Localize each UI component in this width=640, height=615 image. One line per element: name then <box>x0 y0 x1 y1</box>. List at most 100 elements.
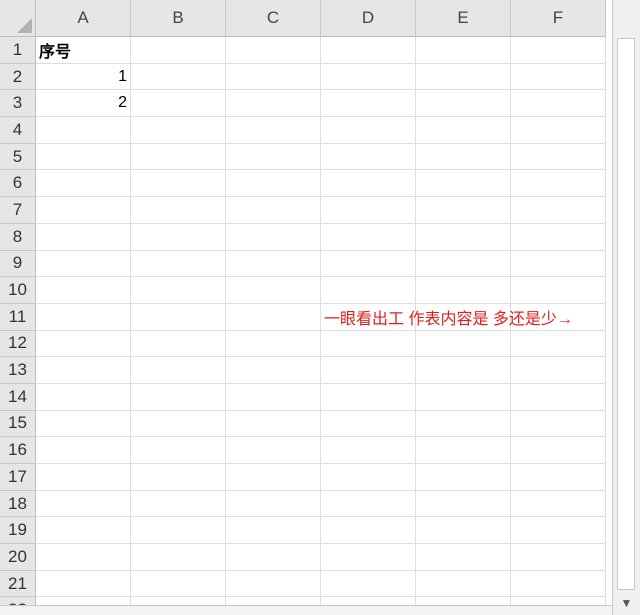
cell-c14[interactable] <box>226 383 321 411</box>
cell-e8[interactable] <box>416 223 511 251</box>
cell-f7[interactable] <box>511 197 606 224</box>
scrollbar-thumb[interactable] <box>617 38 635 590</box>
cell-c11[interactable] <box>226 303 321 331</box>
cell-a20[interactable] <box>36 544 131 571</box>
cell-d11[interactable]: 一眼看出工 作表内容是 多还是少→ <box>321 303 573 331</box>
row-header-14[interactable]: 14 <box>0 383 36 411</box>
row-header-20[interactable]: 20 <box>0 544 36 571</box>
cell-b19[interactable] <box>131 517 226 545</box>
cell-a2[interactable]: 1 <box>36 63 131 91</box>
cell-b16[interactable] <box>131 437 226 464</box>
cell-c5[interactable] <box>226 143 321 171</box>
cell-c10[interactable] <box>226 277 321 304</box>
row-header-21[interactable]: 21 <box>0 570 36 598</box>
cell-c7[interactable] <box>226 197 321 224</box>
row-header-7[interactable]: 7 <box>0 197 36 224</box>
cell-a7[interactable] <box>36 197 131 224</box>
cell-d15[interactable] <box>321 410 416 438</box>
column-header-f[interactable]: F <box>511 0 606 37</box>
cell-a6[interactable] <box>36 170 131 198</box>
cell-d21[interactable] <box>321 570 416 598</box>
cell-f10[interactable] <box>511 277 606 304</box>
row-header-9[interactable]: 9 <box>0 250 36 278</box>
cell-f4[interactable] <box>511 117 606 144</box>
cell-b20[interactable] <box>131 544 226 571</box>
cell-e5[interactable] <box>416 143 511 171</box>
cell-d2[interactable] <box>321 63 416 91</box>
cell-c16[interactable] <box>226 437 321 464</box>
cell-d19[interactable] <box>321 517 416 545</box>
cell-c4[interactable] <box>226 117 321 144</box>
cell-f5[interactable] <box>511 143 606 171</box>
cell-f17[interactable] <box>511 464 606 491</box>
cell-f9[interactable] <box>511 250 606 278</box>
cell-f19[interactable] <box>511 517 606 545</box>
cell-f1[interactable] <box>511 37 606 64</box>
cell-a13[interactable] <box>36 357 131 384</box>
cell-e18[interactable] <box>416 490 511 518</box>
row-header-12[interactable]: 12 <box>0 330 36 358</box>
cell-e3[interactable] <box>416 90 511 118</box>
row-header-2[interactable]: 2 <box>0 63 36 91</box>
cell-d13[interactable] <box>321 357 416 384</box>
scroll-down-button[interactable]: ▼ <box>613 593 640 613</box>
row-header-4[interactable]: 4 <box>0 117 36 144</box>
cell-a15[interactable] <box>36 410 131 438</box>
cell-c3[interactable] <box>226 90 321 118</box>
cell-c18[interactable] <box>226 490 321 518</box>
cell-d6[interactable] <box>321 170 416 198</box>
cell-b7[interactable] <box>131 197 226 224</box>
cell-f2[interactable] <box>511 63 606 91</box>
cell-b15[interactable] <box>131 410 226 438</box>
cell-b13[interactable] <box>131 357 226 384</box>
cell-b18[interactable] <box>131 490 226 518</box>
cell-a4[interactable] <box>36 117 131 144</box>
cell-e7[interactable] <box>416 197 511 224</box>
column-header-b[interactable]: B <box>131 0 226 37</box>
cell-b17[interactable] <box>131 464 226 491</box>
cell-e13[interactable] <box>416 357 511 384</box>
cell-c8[interactable] <box>226 223 321 251</box>
cell-e21[interactable] <box>416 570 511 598</box>
column-header-d[interactable]: D <box>321 0 416 37</box>
cell-e16[interactable] <box>416 437 511 464</box>
cell-a1[interactable]: 序号 <box>36 37 131 64</box>
row-header-16[interactable]: 16 <box>0 437 36 464</box>
cell-e17[interactable] <box>416 464 511 491</box>
cell-d1[interactable] <box>321 37 416 64</box>
cell-a12[interactable] <box>36 330 131 358</box>
cell-f15[interactable] <box>511 410 606 438</box>
vertical-scrollbar[interactable]: ▼ <box>612 0 640 615</box>
row-header-10[interactable]: 10 <box>0 277 36 304</box>
cell-c9[interactable] <box>226 250 321 278</box>
cell-b21[interactable] <box>131 570 226 598</box>
cell-a17[interactable] <box>36 464 131 491</box>
cell-d18[interactable] <box>321 490 416 518</box>
cell-f18[interactable] <box>511 490 606 518</box>
row-header-3[interactable]: 3 <box>0 90 36 118</box>
cell-e19[interactable] <box>416 517 511 545</box>
row-header-5[interactable]: 5 <box>0 143 36 171</box>
cell-c21[interactable] <box>226 570 321 598</box>
cell-b6[interactable] <box>131 170 226 198</box>
cell-d16[interactable] <box>321 437 416 464</box>
row-header-18[interactable]: 18 <box>0 490 36 518</box>
cell-b2[interactable] <box>131 63 226 91</box>
row-header-13[interactable]: 13 <box>0 357 36 384</box>
column-header-c[interactable]: C <box>226 0 321 37</box>
row-header-1[interactable]: 1 <box>0 37 36 64</box>
cell-d5[interactable] <box>321 143 416 171</box>
row-header-17[interactable]: 17 <box>0 464 36 491</box>
cell-c1[interactable] <box>226 37 321 64</box>
column-header-e[interactable]: E <box>416 0 511 37</box>
cell-d7[interactable] <box>321 197 416 224</box>
cell-d10[interactable] <box>321 277 416 304</box>
cell-d4[interactable] <box>321 117 416 144</box>
cell-e14[interactable] <box>416 383 511 411</box>
cell-a18[interactable] <box>36 490 131 518</box>
cell-e4[interactable] <box>416 117 511 144</box>
cell-c6[interactable] <box>226 170 321 198</box>
cell-f21[interactable] <box>511 570 606 598</box>
cell-f20[interactable] <box>511 544 606 571</box>
cell-c15[interactable] <box>226 410 321 438</box>
